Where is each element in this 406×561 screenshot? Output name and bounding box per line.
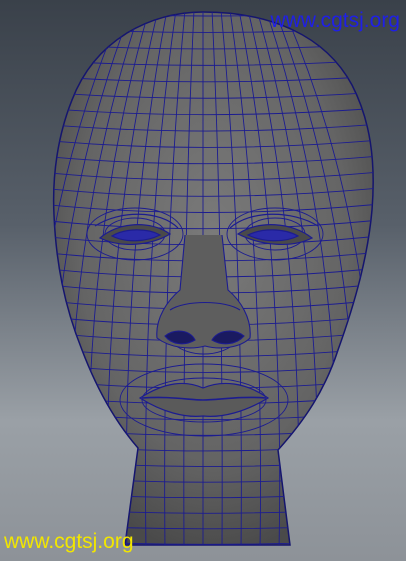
head-model[interactable]: [0, 0, 406, 561]
watermark-bottom: www.cgtsj.org: [4, 530, 134, 553]
watermark-top: www.cgtsj.org: [270, 9, 400, 32]
3d-viewport[interactable]: www.cgtsj.org www.cgtsj.org: [0, 0, 406, 561]
mesh-edge: [40, 556, 380, 560]
